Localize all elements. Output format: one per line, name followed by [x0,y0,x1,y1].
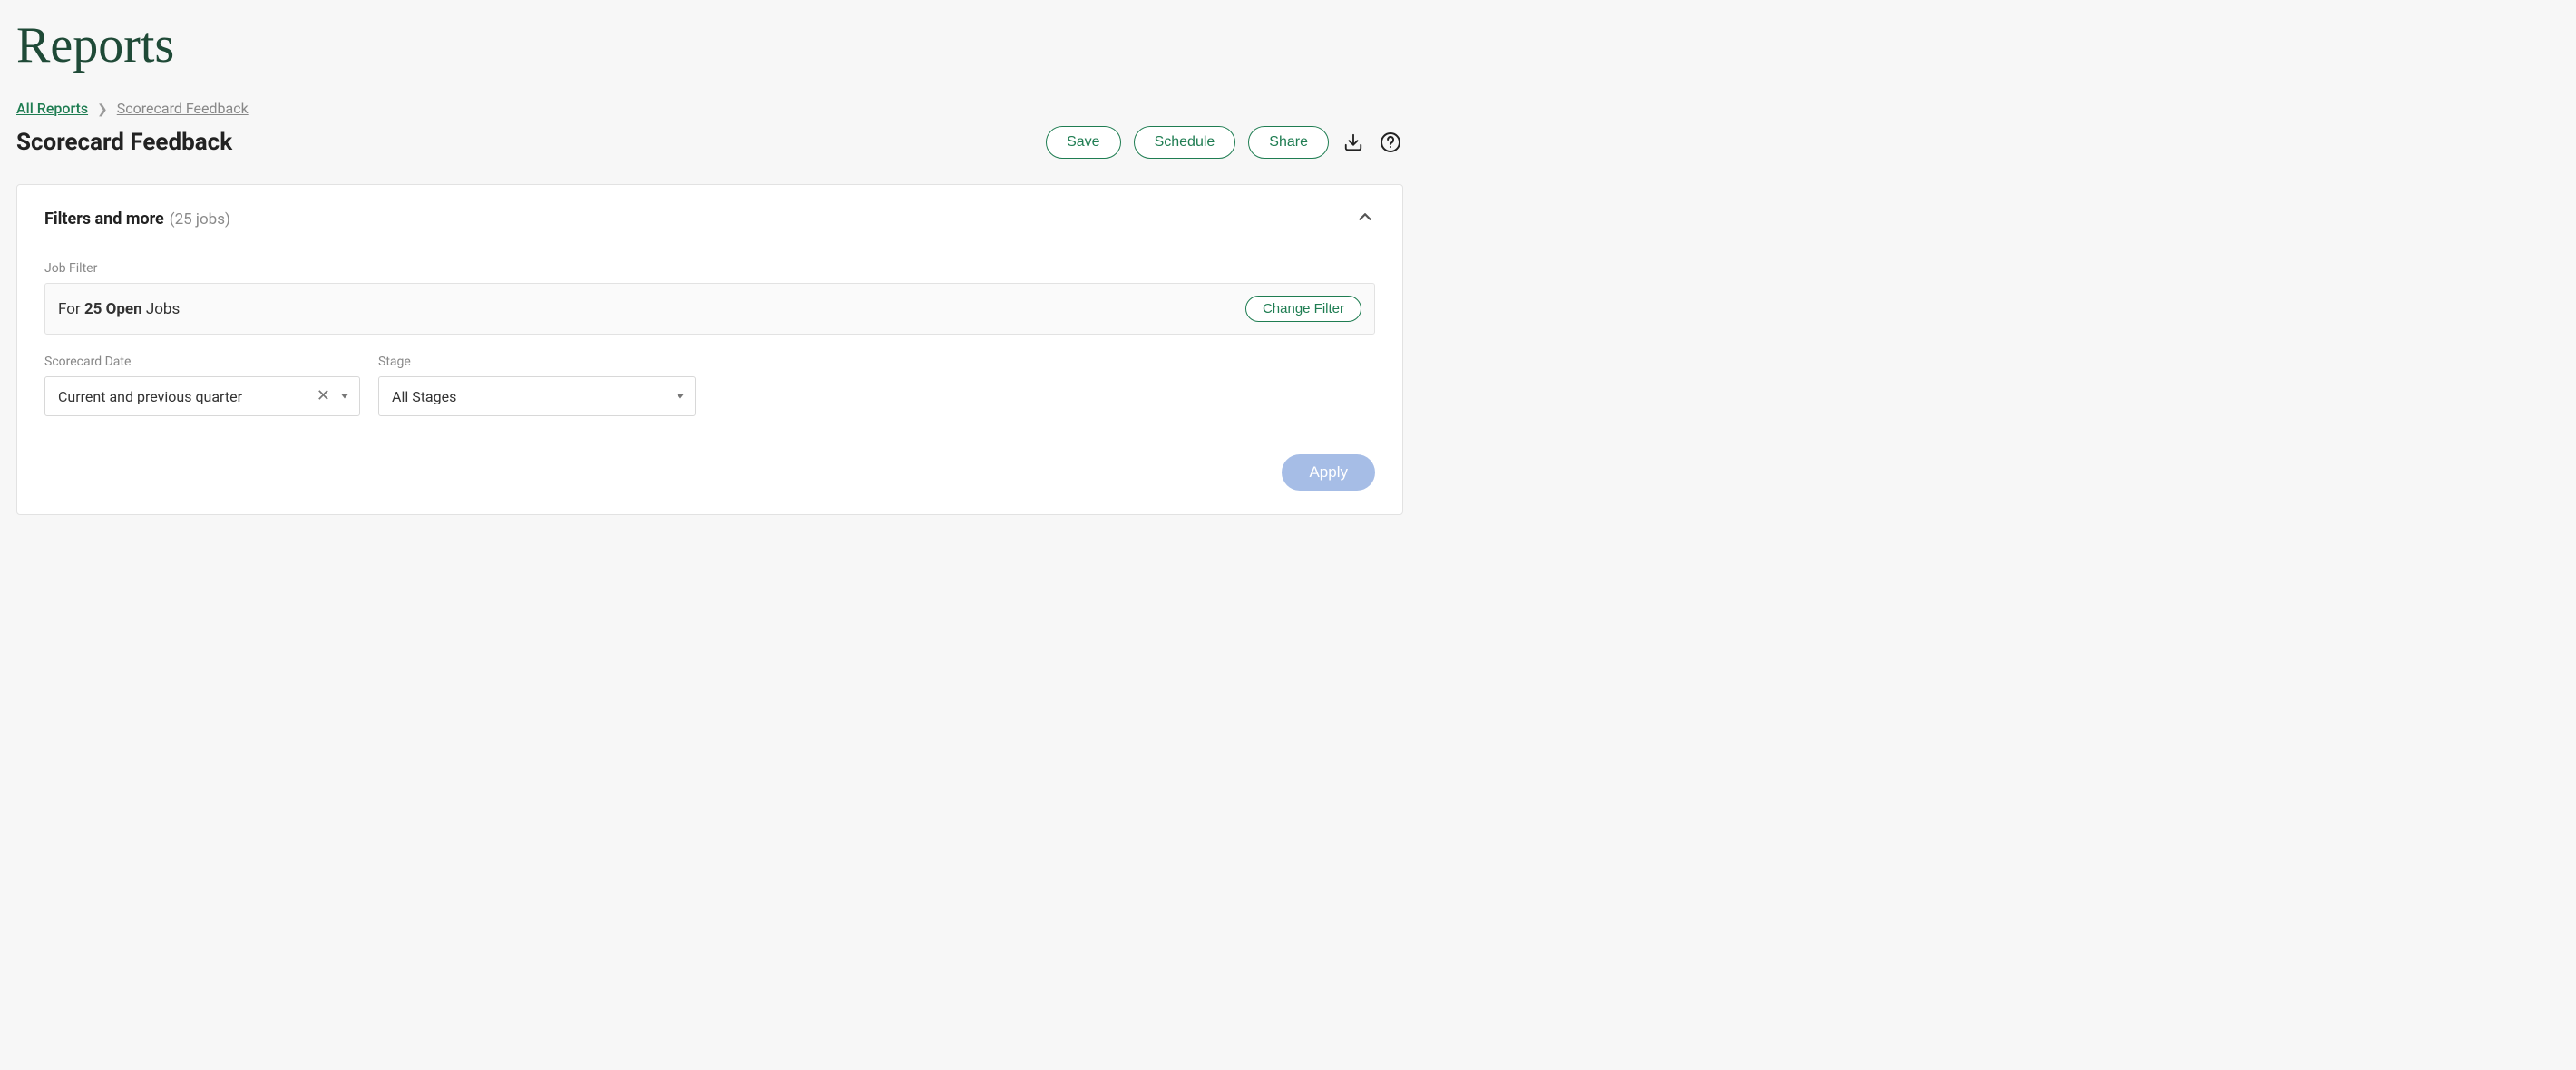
help-icon[interactable] [1378,130,1403,155]
caret-down-icon[interactable] [339,388,350,405]
page-title: Reports [16,16,1403,74]
job-filter-label: Job Filter [44,261,1375,276]
schedule-button[interactable]: Schedule [1134,126,1236,159]
job-filter-suffix: Jobs [142,300,181,318]
filters-job-count: (25 jobs) [170,210,230,229]
filters-panel-footer: Apply [44,454,1375,491]
report-subtitle: Scorecard Feedback [16,129,232,156]
chevron-right-icon: ❯ [97,102,108,117]
stage-group: Stage All Stages [378,355,696,416]
scorecard-date-group: Scorecard Date Current and previous quar… [44,355,360,416]
download-icon[interactable] [1342,131,1365,154]
stage-select[interactable]: All Stages [378,376,696,416]
filters-panel-title: Filters and more [44,209,164,229]
apply-button[interactable]: Apply [1282,454,1375,491]
share-button[interactable]: Share [1248,126,1329,159]
job-filter-text: For 25 Open Jobs [58,300,180,318]
header-row: Scorecard Feedback Save Schedule Share [16,126,1403,159]
stage-value: All Stages [392,388,456,405]
breadcrumb: All Reports ❯ Scorecard Feedback [16,100,1403,117]
change-filter-button[interactable]: Change Filter [1245,296,1361,322]
stage-label: Stage [378,355,696,369]
chevron-up-icon[interactable] [1355,207,1375,230]
job-filter-bold: 25 Open [84,300,142,318]
header-actions: Save Schedule Share [1046,126,1403,159]
scorecard-date-select[interactable]: Current and previous quarter ✕ [44,376,360,416]
job-filter-prefix: For [58,300,84,318]
filters-panel-header[interactable]: Filters and more (25 jobs) [44,207,1375,230]
filter-controls: Scorecard Date Current and previous quar… [44,355,1375,416]
filters-panel: Filters and more (25 jobs) Job Filter Fo… [16,184,1403,515]
clear-icon[interactable]: ✕ [317,388,330,404]
scorecard-date-value: Current and previous quarter [58,388,242,405]
breadcrumb-current: Scorecard Feedback [117,100,249,117]
scorecard-date-label: Scorecard Date [44,355,360,369]
job-filter-row: For 25 Open Jobs Change Filter [44,283,1375,335]
breadcrumb-root-link[interactable]: All Reports [16,100,88,117]
save-button[interactable]: Save [1046,126,1120,159]
caret-down-icon[interactable] [675,388,686,405]
